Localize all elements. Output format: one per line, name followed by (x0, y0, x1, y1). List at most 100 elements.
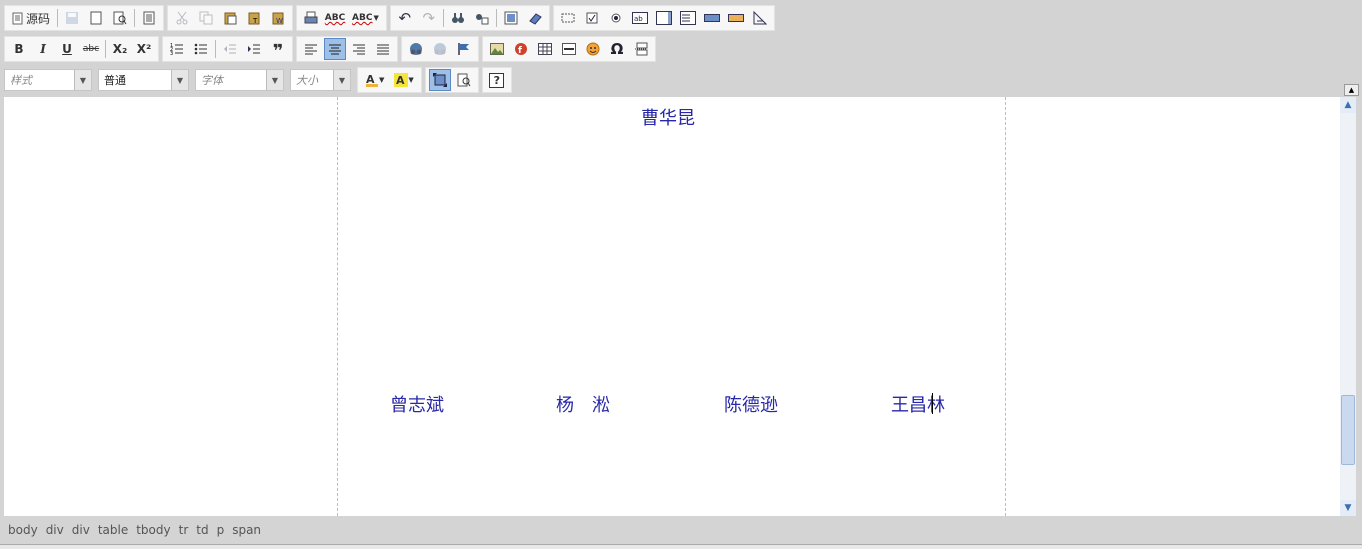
select-field-button[interactable] (677, 7, 699, 29)
horizontal-rule-button[interactable] (558, 38, 580, 60)
toolbar-collapse-button[interactable]: ▲ (1344, 84, 1359, 96)
strike-button[interactable]: abc (80, 38, 102, 60)
paste-button[interactable] (219, 7, 241, 29)
paste-text-button[interactable]: T (243, 7, 265, 29)
special-char-button[interactable]: Ω (606, 38, 628, 60)
maximize-icon (432, 73, 447, 87)
align-justify-button[interactable] (372, 38, 394, 60)
separator (57, 9, 59, 27)
align-right-button[interactable] (348, 38, 370, 60)
form-button[interactable] (557, 7, 579, 29)
textarea-button[interactable] (653, 7, 675, 29)
radio-icon (611, 13, 621, 23)
underline-button[interactable]: U (56, 38, 78, 60)
font-select[interactable]: 字体 ▼ (195, 69, 284, 91)
save-button[interactable] (61, 7, 83, 29)
chevron-down-icon: ▼ (1344, 503, 1352, 513)
image-button-button[interactable] (725, 7, 747, 29)
source-button[interactable]: 源码 (8, 7, 54, 29)
image-button[interactable] (486, 38, 508, 60)
path-item[interactable]: tbody (136, 523, 170, 537)
show-blocks-button[interactable] (453, 69, 475, 91)
chevron-down-icon[interactable]: ▼ (333, 70, 350, 90)
hidden-field-button[interactable] (749, 7, 771, 29)
background-color-button[interactable]: A ▼ (390, 69, 417, 91)
text-color-button[interactable]: A ▼ (361, 69, 388, 91)
paste-text-icon: T (248, 12, 260, 25)
select-all-button[interactable] (500, 7, 522, 29)
undo-button[interactable]: ↶ (394, 7, 416, 29)
subscript-button[interactable]: X₂ (109, 38, 131, 60)
radio-button[interactable] (605, 7, 627, 29)
table-button[interactable] (534, 38, 556, 60)
bulleted-list-button[interactable] (190, 38, 212, 60)
style-select[interactable]: 样式 ▼ (4, 69, 92, 91)
cut-button[interactable] (171, 7, 193, 29)
outdent-button[interactable] (219, 38, 241, 60)
hidden-field-icon (753, 11, 767, 25)
templates-button[interactable] (138, 7, 160, 29)
checkbox-button[interactable] (581, 7, 603, 29)
separator (442, 9, 444, 27)
link-group (401, 36, 479, 62)
paste-word-button[interactable]: W (267, 7, 289, 29)
italic-icon: I (40, 42, 46, 56)
copy-button[interactable] (195, 7, 217, 29)
flash-button[interactable]: f (510, 38, 532, 60)
page-break-button[interactable] (630, 38, 652, 60)
replace-button[interactable] (471, 7, 493, 29)
remove-format-button[interactable] (524, 7, 546, 29)
path-item[interactable]: p (217, 523, 225, 537)
superscript-button[interactable]: X² (133, 38, 155, 60)
path-item[interactable]: table (98, 523, 128, 537)
text-field-button[interactable]: ab (629, 7, 651, 29)
about-button[interactable]: ? (486, 69, 508, 91)
help-group: ? (481, 67, 512, 93)
italic-button[interactable]: I (32, 38, 54, 60)
button-element-icon (703, 14, 720, 22)
path-item[interactable]: div (72, 523, 90, 537)
separator (105, 40, 106, 58)
chevron-down-icon: ▼ (408, 76, 414, 84)
vertical-scrollbar[interactable]: ▲ ▼ (1340, 97, 1356, 516)
print-button[interactable] (300, 7, 322, 29)
toolbar-row-2: B I U abc X₂ X² 123 ❞ f Ω (4, 36, 659, 62)
link-button[interactable] (405, 38, 427, 60)
basic-style-group: B I U abc X₂ X² (4, 36, 159, 62)
link-icon (410, 43, 422, 55)
paste-icon (224, 12, 237, 25)
indent-button[interactable] (243, 38, 265, 60)
new-page-button[interactable] (85, 7, 107, 29)
path-item[interactable]: span (232, 523, 261, 537)
redo-button[interactable]: ↷ (418, 7, 440, 29)
chevron-down-icon[interactable]: ▼ (266, 70, 283, 90)
spellcheck-dropdown-icon: ABC (352, 13, 373, 23)
preview-button[interactable] (109, 7, 131, 29)
numbered-list-button[interactable]: 123 (166, 38, 188, 60)
path-item[interactable]: td (196, 523, 208, 537)
path-item[interactable]: body (8, 523, 38, 537)
blockquote-button[interactable]: ❞ (267, 38, 289, 61)
size-select[interactable]: 大小 ▼ (290, 69, 351, 91)
spellcheck-as-you-type-button[interactable]: ABC ▼ (348, 7, 383, 29)
chevron-down-icon[interactable]: ▼ (171, 70, 188, 90)
anchor-button[interactable] (453, 38, 475, 60)
spellcheck-button[interactable]: ABC (324, 7, 346, 29)
path-item[interactable]: div (46, 523, 64, 537)
history-find-group: ↶ ↷ (389, 5, 550, 31)
editor-content-area[interactable]: 曹华昆 曾志斌 杨 淞 陈德逊 王昌林 (4, 97, 1340, 516)
align-center-button[interactable] (324, 38, 346, 60)
bold-button[interactable]: B (8, 38, 30, 60)
smiley-button[interactable] (582, 38, 604, 60)
maximize-button[interactable] (428, 69, 451, 91)
scroll-up-button[interactable]: ▲ (1340, 97, 1356, 113)
scrollbar-thumb[interactable] (1341, 395, 1355, 465)
scroll-down-button[interactable]: ▼ (1340, 500, 1356, 516)
chevron-down-icon[interactable]: ▼ (74, 70, 91, 90)
button-element-button[interactable] (701, 7, 723, 29)
path-item[interactable]: tr (179, 523, 189, 537)
unlink-button[interactable] (429, 38, 451, 60)
find-button[interactable] (447, 7, 469, 29)
format-select[interactable]: 普通 ▼ (98, 69, 189, 91)
align-left-button[interactable] (300, 38, 322, 60)
